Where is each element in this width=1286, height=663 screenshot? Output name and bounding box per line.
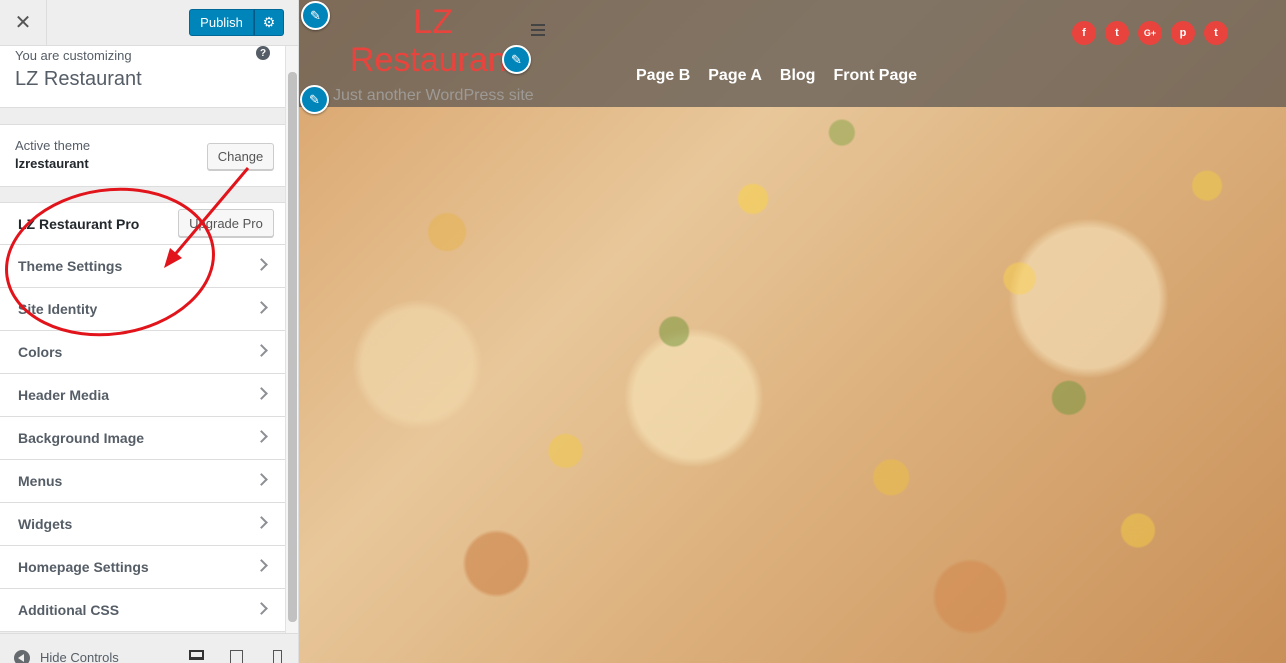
pencil-icon: ✎ xyxy=(511,51,522,67)
menu-toggle-icon[interactable] xyxy=(531,24,545,36)
facebook-icon[interactable]: f xyxy=(1072,21,1096,45)
nav-item-front-page[interactable]: Front Page xyxy=(833,67,917,85)
close-customizer-button[interactable]: ✕ xyxy=(0,0,47,45)
hide-controls-button[interactable]: Hide Controls xyxy=(40,650,119,663)
nav-item-page-a[interactable]: Page A xyxy=(708,67,762,85)
nav-item-page-b[interactable]: Page B xyxy=(636,67,690,85)
close-icon: ✕ xyxy=(14,12,32,34)
section-theme-settings[interactable]: Theme Settings xyxy=(0,245,285,288)
preview-site-header: LZ Restaurant Just another WordPress sit… xyxy=(299,0,1286,107)
section-background-image[interactable]: Background Image xyxy=(0,417,285,460)
chevron-right-icon xyxy=(255,602,268,615)
site-title-label: LZ Restaurant xyxy=(15,68,142,90)
section-list: LZ Restaurant Pro Upgrade Pro Theme Sett… xyxy=(0,202,285,632)
site-preview: LZ Restaurant Just another WordPress sit… xyxy=(299,0,1286,663)
pinterest-icon[interactable]: p xyxy=(1171,21,1195,45)
twitter-icon[interactable]: t xyxy=(1105,21,1129,45)
publish-button[interactable]: Publish xyxy=(189,9,254,36)
help-icon[interactable]: ? xyxy=(256,46,270,60)
edit-shortcut-tagline[interactable]: ✎ xyxy=(300,85,329,114)
active-theme-name: lzrestaurant xyxy=(15,156,89,171)
scrollbar-thumb[interactable] xyxy=(288,72,297,622)
chevron-right-icon xyxy=(255,559,268,572)
preview-site-title[interactable]: LZ Restaurant xyxy=(343,3,523,79)
customizer-sidebar: ✕ Publish ⚙ You are customizing LZ Resta… xyxy=(0,0,299,663)
upgrade-pro-button[interactable]: Upgrade Pro xyxy=(178,209,274,237)
nav-item-blog[interactable]: Blog xyxy=(780,67,816,85)
social-links: f t G+ p t xyxy=(1072,21,1237,45)
customizer-footer: Hide Controls xyxy=(0,633,298,663)
change-theme-button[interactable]: Change xyxy=(207,143,274,170)
section-label: Menus xyxy=(18,473,63,489)
section-widgets[interactable]: Widgets xyxy=(0,503,285,546)
active-theme-label: Active theme xyxy=(15,138,91,153)
section-label: Homepage Settings xyxy=(18,559,149,575)
sidebar-scrollbar[interactable] xyxy=(285,46,298,633)
gear-icon: ⚙ xyxy=(262,14,276,30)
section-label: Widgets xyxy=(18,516,73,532)
desktop-preview-icon[interactable] xyxy=(189,650,204,660)
section-label: Site Identity xyxy=(18,301,98,317)
edit-shortcut-menu[interactable]: ✎ xyxy=(502,45,531,74)
section-label: Colors xyxy=(18,344,63,360)
chevron-right-icon xyxy=(255,473,268,486)
customizer-header: ✕ Publish ⚙ xyxy=(0,0,298,46)
section-label: Background Image xyxy=(18,430,145,446)
section-lz-restaurant-pro: LZ Restaurant Pro Upgrade Pro xyxy=(0,202,285,245)
chevron-right-icon xyxy=(255,258,268,271)
google-plus-icon[interactable]: G+ xyxy=(1138,21,1162,45)
preview-nav: Page B Page A Blog Front Page xyxy=(636,67,935,85)
pencil-icon: ✎ xyxy=(310,7,321,23)
mobile-preview-icon[interactable] xyxy=(273,650,282,663)
customizing-label: You are customizing xyxy=(15,48,132,63)
tablet-preview-icon[interactable] xyxy=(230,650,243,663)
section-header-media[interactable]: Header Media xyxy=(0,374,285,417)
section-label: Additional CSS xyxy=(18,602,120,618)
edit-shortcut-logo[interactable]: ✎ xyxy=(301,1,330,30)
section-homepage-settings[interactable]: Homepage Settings xyxy=(0,546,285,589)
chevron-right-icon xyxy=(255,516,268,529)
publish-settings-button[interactable]: ⚙ xyxy=(254,9,284,36)
preview-tagline: Just another WordPress site xyxy=(333,87,534,104)
section-additional-css[interactable]: Additional CSS xyxy=(0,589,285,632)
section-menus[interactable]: Menus xyxy=(0,460,285,503)
chevron-right-icon xyxy=(255,301,268,314)
section-label: Theme Settings xyxy=(18,258,123,274)
pencil-icon: ✎ xyxy=(309,91,320,107)
section-colors[interactable]: Colors xyxy=(0,331,285,374)
section-label: LZ Restaurant Pro xyxy=(18,216,140,232)
active-theme-section: Active theme lzrestaurant Change xyxy=(0,124,285,187)
chevron-right-icon xyxy=(255,344,268,357)
customizer-info: You are customizing LZ Restaurant ? xyxy=(0,46,285,108)
section-label: Header Media xyxy=(18,387,110,403)
section-site-identity[interactable]: Site Identity xyxy=(0,288,285,331)
chevron-right-icon xyxy=(255,430,268,443)
chevron-right-icon xyxy=(255,387,268,400)
customizer-panel: You are customizing LZ Restaurant ? Acti… xyxy=(0,46,285,633)
tumblr-icon[interactable]: t xyxy=(1204,21,1228,45)
collapse-icon[interactable] xyxy=(14,650,30,663)
